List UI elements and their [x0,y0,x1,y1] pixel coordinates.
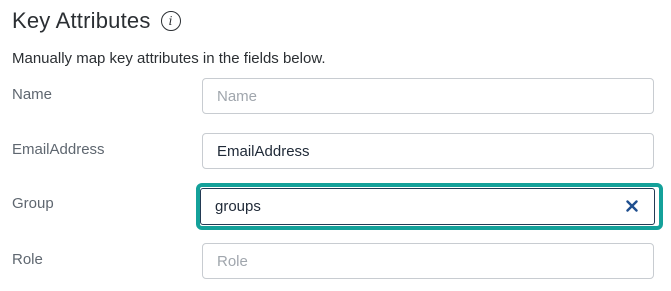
page-subtitle: Manually map key attributes in the field… [12,50,326,67]
role-input[interactable] [202,243,654,279]
close-icon[interactable] [624,198,640,214]
name-label: Name [12,86,53,103]
header: Key Attributes i [12,8,181,34]
group-row: Group [0,183,671,230]
name-input[interactable] [202,78,654,114]
group-label: Group [12,195,54,212]
email-row: EmailAddress [0,133,671,173]
name-row: Name [0,78,671,118]
email-label: EmailAddress [12,141,105,158]
role-label: Role [12,251,43,268]
info-icon[interactable]: i [160,11,181,31]
page-title: Key Attributes [12,8,151,33]
email-input[interactable] [202,133,654,169]
group-input[interactable] [200,188,655,225]
role-row: Role [0,243,671,283]
